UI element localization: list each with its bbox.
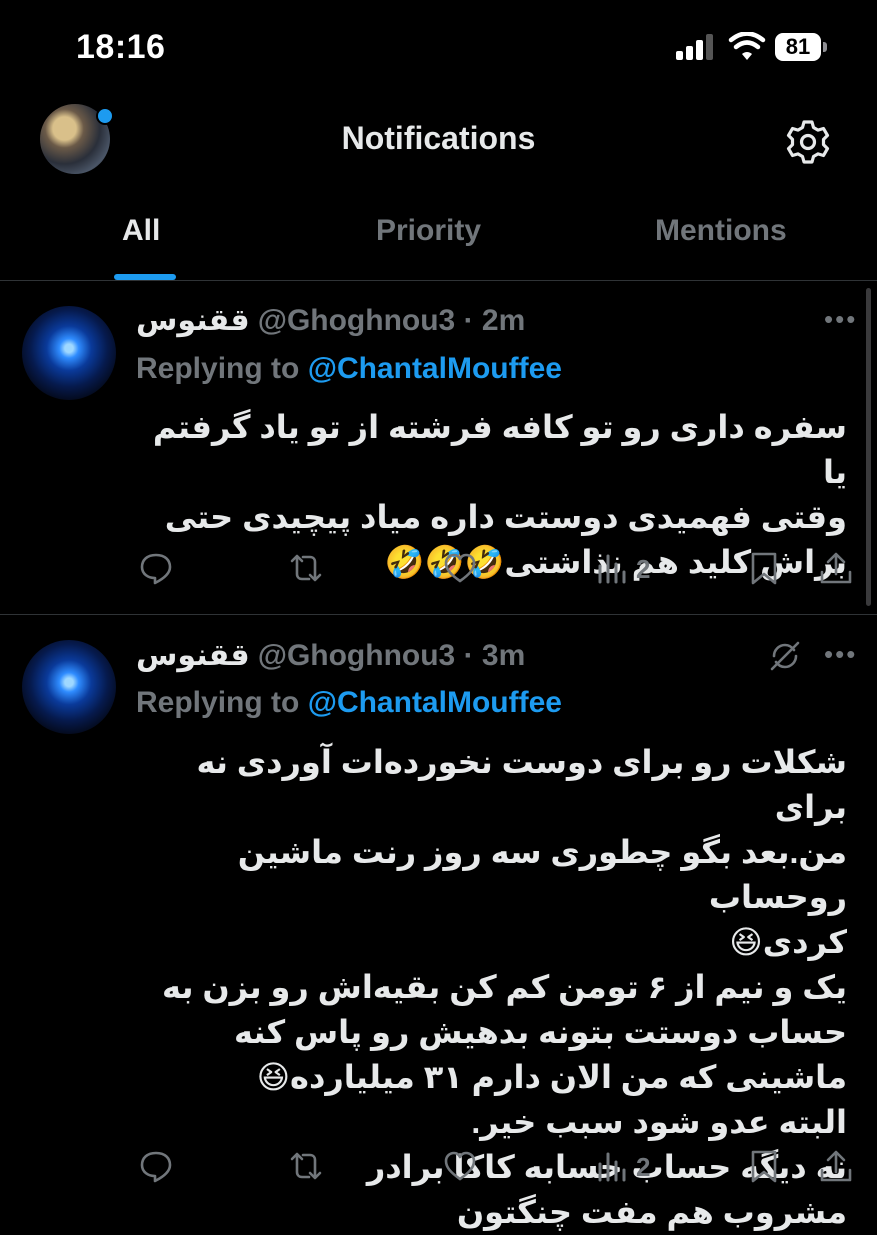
gear-icon[interactable] [784, 118, 832, 166]
status-time: 18:16 [76, 28, 166, 66]
cellular-signal-icon [676, 34, 713, 60]
heart-icon[interactable] [442, 550, 478, 586]
share-icon[interactable] [818, 550, 854, 586]
status-bar: 18:16 81 [0, 0, 877, 96]
retweet-icon[interactable] [288, 1148, 324, 1184]
retweet-icon[interactable] [288, 550, 324, 586]
tweet-actions: 2 [0, 1148, 877, 1188]
bookmark-icon[interactable] [746, 550, 782, 586]
reply-context: Replying to @ChantalMouffee [136, 352, 562, 386]
bar-chart-icon[interactable] [594, 1148, 630, 1184]
page-title: Notifications [341, 120, 536, 156]
mute-notification-icon[interactable] [768, 639, 802, 673]
scrollbar[interactable] [866, 288, 871, 606]
author-name[interactable]: ققنوس [136, 639, 250, 672]
speech-bubble-icon[interactable] [138, 1148, 174, 1184]
bar-chart-icon[interactable] [594, 550, 630, 586]
active-tab-indicator [114, 274, 176, 280]
tweet-author-avatar[interactable] [22, 640, 116, 734]
author-name[interactable]: ققنوس [136, 304, 250, 337]
tweet-author-avatar[interactable] [22, 306, 116, 400]
tweet-actions: 2 [0, 550, 877, 590]
reply-prefix: Replying to [136, 686, 300, 719]
reply-context: Replying to @ChantalMouffee [136, 686, 562, 720]
views-count: 2 [636, 1152, 651, 1182]
tweet-meta: ققنوس @Ghoghnou3 · 3m [136, 638, 525, 673]
divider [0, 614, 877, 615]
wifi-icon [728, 32, 766, 60]
tab-all[interactable]: All [122, 214, 160, 248]
reply-mention-link[interactable]: @ChantalMouffee [308, 686, 562, 719]
tab-priority[interactable]: Priority [376, 214, 481, 248]
author-handle[interactable]: @Ghoghnou3 [258, 304, 456, 337]
heart-icon[interactable] [442, 1148, 478, 1184]
speech-bubble-icon[interactable] [138, 550, 174, 586]
reply-mention-link[interactable]: @ChantalMouffee [308, 352, 562, 385]
reply-prefix: Replying to [136, 352, 300, 385]
notification-tabs: All Priority Mentions [0, 196, 877, 281]
tweet-meta: ققنوس @Ghoghnou3 · 2m [136, 303, 525, 338]
more-icon[interactable]: ••• [824, 639, 857, 670]
tweet-time: · 3m [463, 639, 526, 672]
views-count: 2 [636, 554, 651, 584]
tweet-time: · 2m [463, 304, 526, 337]
battery-level: 81 [785, 34, 811, 59]
battery-indicator: 81 [775, 33, 829, 61]
more-icon[interactable]: ••• [824, 304, 857, 335]
share-icon[interactable] [818, 1148, 854, 1184]
tab-mentions[interactable]: Mentions [655, 214, 787, 248]
author-handle[interactable]: @Ghoghnou3 [258, 639, 456, 672]
bookmark-icon[interactable] [746, 1148, 782, 1184]
